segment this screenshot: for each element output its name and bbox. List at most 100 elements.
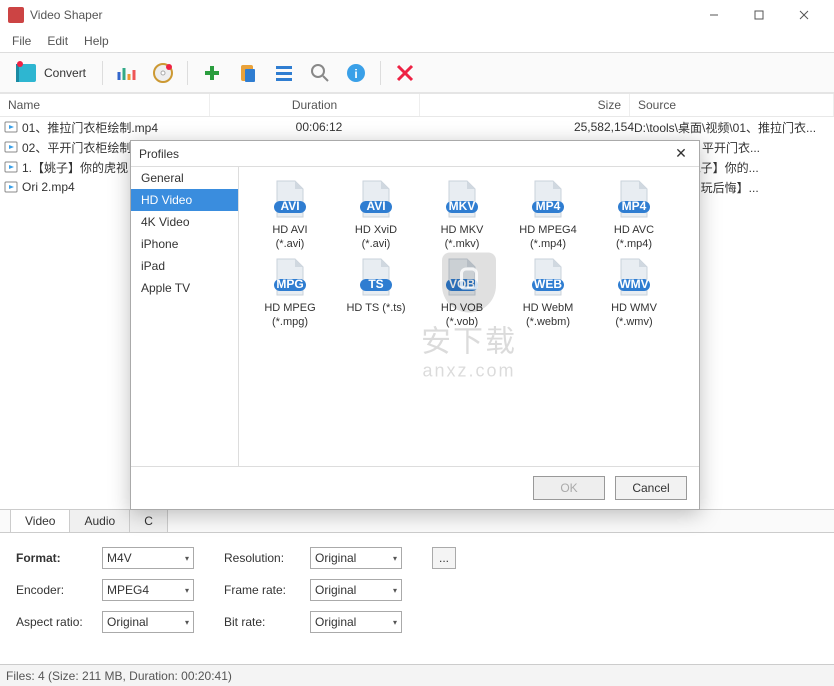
filetype-icon: WMV (615, 257, 653, 297)
profile-ext: (*.mpg) (249, 315, 331, 329)
profile-categories: GeneralHD Video4K VideoiPhoneiPadApple T… (131, 167, 239, 466)
menubar: File Edit Help (0, 30, 834, 52)
profile-items: 安下载 anxz.com AVIHD AVI(*.avi)AVIHD XviD(… (239, 167, 699, 466)
profile-label: HD VOB (421, 301, 503, 315)
file-icon (4, 120, 18, 134)
add-icon[interactable] (198, 59, 226, 87)
menu-file[interactable]: File (4, 32, 39, 50)
col-source[interactable]: Source (630, 94, 834, 116)
file-name: 1.【姚子】你的虎视 (22, 159, 128, 176)
dialog-cancel-button[interactable]: Cancel (615, 476, 687, 500)
filetype-icon: AVI (357, 179, 395, 219)
svg-text:MP4: MP4 (622, 199, 647, 213)
resolution-browse-button[interactable]: ... (432, 547, 456, 569)
convert-button[interactable]: Convert (8, 56, 92, 90)
bitrate-select[interactable]: Original▾ (310, 611, 402, 633)
svg-text:AVI: AVI (366, 199, 385, 213)
category-item[interactable]: iPad (131, 255, 238, 277)
category-item[interactable]: 4K Video (131, 211, 238, 233)
profile-label: HD WebM (507, 301, 589, 315)
category-item[interactable]: HD Video (131, 189, 238, 211)
filetype-icon: MKV (443, 179, 481, 219)
framerate-select[interactable]: Original▾ (310, 579, 402, 601)
maximize-button[interactable] (736, 0, 781, 30)
file-source: D:\tools\桌面\视频\01、推拉门衣... (634, 119, 830, 136)
svg-text:TS: TS (368, 277, 383, 291)
info-icon[interactable]: i (342, 59, 370, 87)
profile-item[interactable]: AVI HD XviD(*.avi) (335, 179, 417, 251)
framerate-label: Frame rate: (224, 583, 310, 597)
profile-item[interactable]: WMV HD WMV(*.wmv) (593, 257, 675, 329)
titlebar: Video Shaper (0, 0, 834, 30)
svg-text:AVI: AVI (280, 199, 299, 213)
file-name: Ori 2.mp4 (22, 180, 75, 194)
file-icon (4, 180, 18, 194)
file-name: 01、推拉门衣柜绘制.mp4 (22, 119, 158, 136)
profile-item[interactable]: TSHD TS (*.ts) (335, 257, 417, 329)
dialog-close-button[interactable]: ✕ (671, 144, 691, 164)
filetype-icon: AVI (271, 179, 309, 219)
profile-ext: (*.avi) (249, 237, 331, 251)
svg-text:MPG: MPG (276, 277, 303, 291)
profile-label: HD XviD (335, 223, 417, 237)
file-row[interactable]: 01、推拉门衣柜绘制.mp400:06:1225,582,154D:\tools… (0, 117, 834, 137)
equalizer-icon[interactable] (113, 59, 141, 87)
svg-text:WMV: WMV (619, 277, 648, 291)
encoder-select[interactable]: MPEG4▾ (102, 579, 194, 601)
category-item[interactable]: iPhone (131, 233, 238, 255)
profile-ext: (*.avi) (335, 237, 417, 251)
bitrate-label: Bit rate: (224, 615, 310, 629)
filetype-icon: WEB (529, 257, 567, 297)
paste-icon[interactable] (234, 59, 262, 87)
filetype-icon: VOB (443, 257, 481, 297)
svg-text:i: i (354, 67, 357, 81)
file-icon (4, 140, 18, 154)
menu-edit[interactable]: Edit (39, 32, 76, 50)
profile-item[interactable]: MPGHD MPEG(*.mpg) (249, 257, 331, 329)
file-name: 02、平开门衣柜绘制 (22, 139, 131, 156)
category-item[interactable]: Apple TV (131, 277, 238, 299)
category-item[interactable]: General (131, 167, 238, 189)
profile-ext: (*.mp4) (507, 237, 589, 251)
tab-audio[interactable]: Audio (69, 509, 130, 532)
profile-item[interactable]: AVI HD AVI(*.avi) (249, 179, 331, 251)
profile-item[interactable]: MP4HD AVC(*.mp4) (593, 179, 675, 251)
col-duration[interactable]: Duration (210, 94, 420, 116)
profile-ext: (*.mkv) (421, 237, 503, 251)
search-icon[interactable] (306, 59, 334, 87)
profile-ext: (*.wmv) (593, 315, 675, 329)
aspect-select[interactable]: Original▾ (102, 611, 194, 633)
profile-item[interactable]: MKV HD MKV(*.mkv) (421, 179, 503, 251)
col-size[interactable]: Size (420, 94, 630, 116)
col-name[interactable]: Name (0, 94, 210, 116)
profile-item[interactable]: WEB HD WebM(*.webm) (507, 257, 589, 329)
file-duration: 00:06:12 (214, 120, 424, 134)
profile-ext: (*.webm) (507, 315, 589, 329)
tab-video[interactable]: Video (10, 509, 70, 532)
filetype-icon: MP4 (529, 179, 567, 219)
resolution-select[interactable]: Original▾ (310, 547, 402, 569)
profile-label: HD WMV (593, 301, 675, 315)
close-button[interactable] (781, 0, 826, 30)
svg-text:VOB: VOB (449, 277, 475, 291)
svg-text:WEB: WEB (534, 277, 562, 291)
list-icon[interactable] (270, 59, 298, 87)
format-select[interactable]: M4V▾ (102, 547, 194, 569)
filetype-icon: MPG (271, 257, 309, 297)
tab-other[interactable]: C (129, 509, 168, 532)
profile-item[interactable]: VOBHD VOB(*.vob) (421, 257, 503, 329)
menu-help[interactable]: Help (76, 32, 117, 50)
aspect-label: Aspect ratio: (16, 615, 102, 629)
profile-item[interactable]: MP4HD MPEG4(*.mp4) (507, 179, 589, 251)
file-list-header: Name Duration Size Source (0, 94, 834, 117)
toolbar: Convert i (0, 53, 834, 93)
status-text: Files: 4 (Size: 211 MB, Duration: 00:20:… (6, 669, 232, 683)
delete-icon[interactable] (391, 59, 419, 87)
profile-label: HD MKV (421, 223, 503, 237)
burn-disc-icon[interactable] (149, 59, 177, 87)
dialog-ok-button[interactable]: OK (533, 476, 605, 500)
window-title: Video Shaper (30, 8, 691, 22)
dialog-title: Profiles (139, 147, 179, 161)
profile-label: HD AVI (249, 223, 331, 237)
minimize-button[interactable] (691, 0, 736, 30)
